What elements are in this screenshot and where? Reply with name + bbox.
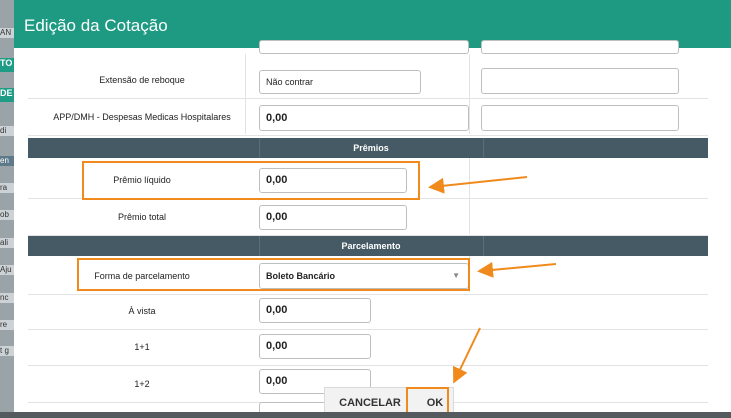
arrow-to-ok-button	[452, 327, 481, 384]
annotation-arrows	[428, 176, 557, 384]
arrow-to-forma-parcelamento	[477, 261, 557, 278]
bottom-scrollbar	[0, 412, 731, 418]
arrow-to-premio-liquido	[428, 176, 528, 194]
